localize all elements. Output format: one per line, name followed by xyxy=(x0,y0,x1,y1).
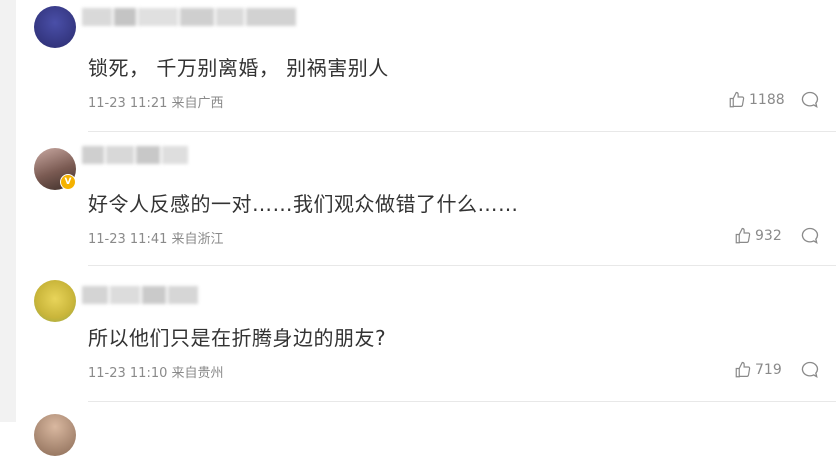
comment-location: 来自浙江 xyxy=(171,232,224,247)
comment-time: 11-23 11:41 xyxy=(88,232,168,247)
comment-meta: 11-23 11:21 来自广西 xyxy=(88,92,224,111)
avatar[interactable] xyxy=(34,280,76,322)
left-panel-edge xyxy=(0,0,16,422)
username-blurred[interactable] xyxy=(82,8,332,26)
comment-time: 11-23 11:10 xyxy=(88,366,168,381)
like-button[interactable]: 719 xyxy=(734,361,782,379)
comment-bubble-icon[interactable] xyxy=(800,90,820,110)
thumbs-up-icon xyxy=(735,361,751,378)
comment-text: 好令人反感的一对……我们观众做错了什么…… xyxy=(88,192,519,216)
comment-item-3: 所以他们只是在折腾身边的朋友? 11-23 11:10 来自贵州 719 xyxy=(16,266,836,402)
avatar[interactable] xyxy=(34,6,76,48)
comment-bubble-icon[interactable] xyxy=(800,360,820,380)
comment-meta: 11-23 11:41 来自浙江 xyxy=(88,228,224,247)
like-count: 1188 xyxy=(749,92,785,108)
username-blurred[interactable] xyxy=(82,286,202,304)
like-count: 719 xyxy=(755,362,782,378)
comment-location: 来自广西 xyxy=(171,96,224,111)
like-count: 932 xyxy=(755,228,782,244)
comment-item-1: 锁死， 千万别离婚， 别祸害别人 11-23 11:21 来自广西 1188 xyxy=(16,0,836,132)
like-button[interactable]: 932 xyxy=(734,227,782,245)
comment-text: 所以他们只是在折腾身边的朋友? xyxy=(88,326,387,350)
comment-text: 锁死， 千万别离婚， 别祸害别人 xyxy=(88,56,389,80)
like-button[interactable]: 1188 xyxy=(728,91,785,109)
avatar-next-comment[interactable] xyxy=(34,414,76,456)
comment-time: 11-23 11:21 xyxy=(88,96,168,111)
thumbs-up-icon xyxy=(729,91,745,108)
comment-divider xyxy=(88,401,836,402)
comment-location: 来自贵州 xyxy=(171,366,224,381)
comment-item-2: V 好令人反感的一对……我们观众做错了什么…… 11-23 11:41 来自浙江… xyxy=(16,132,836,266)
username-blurred[interactable] xyxy=(82,146,192,164)
comment-meta: 11-23 11:10 来自贵州 xyxy=(88,362,224,381)
thumbs-up-icon xyxy=(735,227,751,244)
comment-bubble-icon[interactable] xyxy=(800,226,820,246)
verified-badge-icon: V xyxy=(60,174,76,190)
